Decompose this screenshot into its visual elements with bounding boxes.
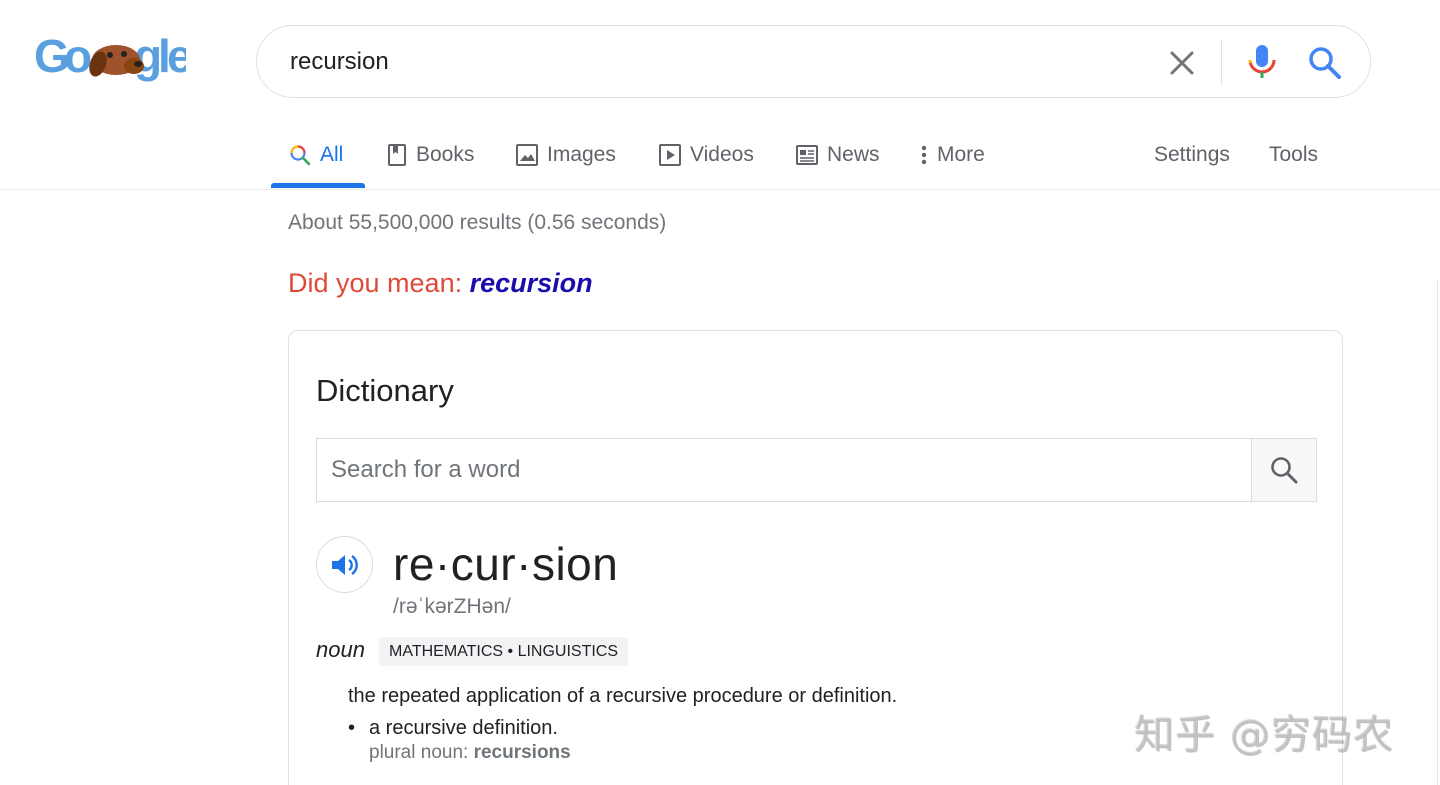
image-icon bbox=[516, 144, 538, 166]
speaker-icon bbox=[331, 554, 358, 575]
video-icon bbox=[659, 144, 681, 166]
plural-label: plural noun: bbox=[369, 742, 469, 763]
tab-label: News bbox=[827, 143, 880, 166]
pronounce-button[interactable] bbox=[316, 536, 373, 593]
search-icon[interactable] bbox=[1306, 44, 1344, 82]
settings-link[interactable]: Settings bbox=[1154, 140, 1230, 170]
tab-books[interactable]: Books bbox=[387, 140, 474, 170]
tab-label: All bbox=[320, 143, 344, 166]
scrollbar-edge bbox=[1437, 280, 1438, 785]
svg-text:o: o bbox=[64, 30, 92, 82]
book-icon bbox=[388, 144, 406, 166]
more-vert-icon bbox=[921, 145, 927, 165]
search-tabs: All Books Images Videos News More Settin… bbox=[0, 128, 1440, 190]
searchbox-divider bbox=[1221, 40, 1222, 85]
result-stats: About 55,500,000 results (0.56 seconds) bbox=[288, 211, 667, 234]
tab-label: Videos bbox=[690, 143, 754, 166]
dictionary-search bbox=[316, 438, 1317, 502]
settings-label: Settings bbox=[1154, 143, 1230, 166]
tab-label: More bbox=[937, 143, 985, 166]
active-tab-indicator bbox=[271, 183, 365, 188]
clear-icon[interactable] bbox=[1165, 46, 1199, 80]
tab-label: Books bbox=[416, 143, 475, 166]
bullet: • bbox=[348, 717, 356, 739]
google-logo[interactable]: G o g l e bbox=[34, 30, 186, 90]
search-input[interactable]: recursion bbox=[290, 48, 389, 76]
tab-more[interactable]: More bbox=[920, 140, 985, 170]
did-you-mean: Did you mean: recursion bbox=[288, 268, 593, 299]
part-of-speech: noun bbox=[316, 637, 365, 662]
phonetic: /rəˈkərZHən/ bbox=[393, 595, 511, 618]
dictionary-title: Dictionary bbox=[316, 373, 454, 408]
headword: re·cur·sion bbox=[393, 538, 619, 590]
definition: the repeated application of a recursive … bbox=[348, 685, 898, 707]
tab-videos[interactable]: Videos bbox=[659, 140, 754, 170]
tools-link[interactable]: Tools bbox=[1269, 140, 1318, 170]
domain-badge: MATHEMATICS • LINGUISTICS bbox=[379, 637, 629, 666]
tools-label: Tools bbox=[1269, 143, 1319, 166]
sub-definition: a recursive definition. bbox=[369, 717, 558, 739]
dictionary-search-button[interactable] bbox=[1251, 439, 1316, 501]
watermark: 知乎 @穷码农 bbox=[1134, 712, 1394, 758]
search-icon bbox=[1271, 457, 1298, 484]
tab-news[interactable]: News bbox=[796, 140, 880, 170]
tab-all[interactable]: All bbox=[289, 140, 343, 170]
tab-label: Images bbox=[547, 143, 616, 166]
did-you-mean-prefix: Did you mean: bbox=[288, 268, 463, 298]
search-box[interactable]: recursion bbox=[256, 25, 1371, 98]
plural-form: plural noun: recursions bbox=[369, 742, 571, 764]
search-icon bbox=[290, 145, 311, 166]
microphone-icon[interactable] bbox=[1245, 42, 1279, 82]
dictionary-search-input[interactable] bbox=[317, 439, 1252, 501]
svg-text:e: e bbox=[167, 30, 186, 82]
plural-value: recursions bbox=[473, 742, 571, 763]
tab-images[interactable]: Images bbox=[516, 140, 616, 170]
news-icon bbox=[796, 145, 818, 165]
did-you-mean-link[interactable]: recursion bbox=[470, 268, 593, 298]
